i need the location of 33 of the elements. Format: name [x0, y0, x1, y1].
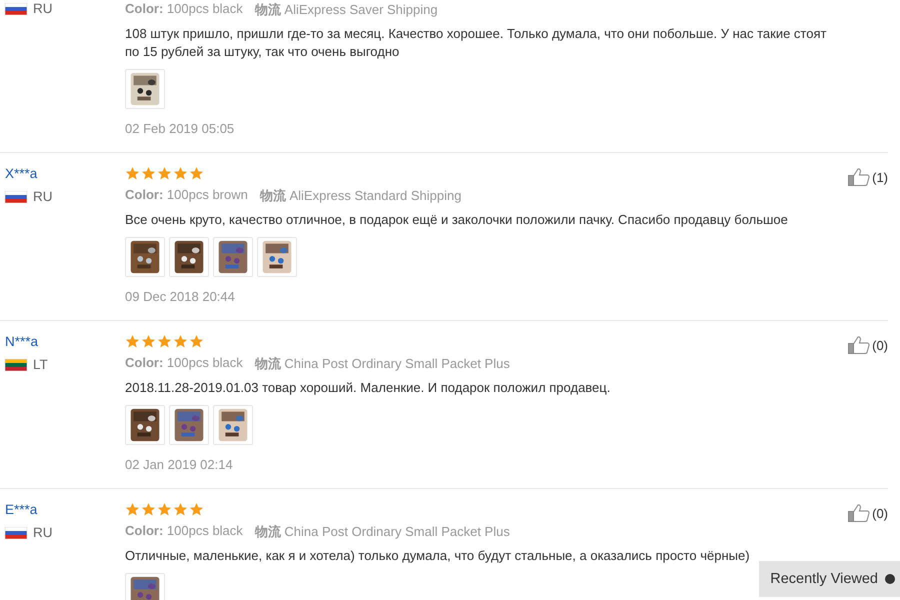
like-button[interactable]: (1): [848, 168, 888, 186]
review-text: Отличные, маленькие, как я и хотела) только думала, что будут стальные, а оказались просто чёрные): [125, 547, 751, 565]
thumbs-up-icon: [848, 168, 870, 186]
country-code: RU: [33, 189, 52, 204]
review-text: 108 штук пришло, пришли где-то за месяц. Качество хорошее. Только думала, что они побольше. У нас такие стоят по 15 рублей за штуку, так что очень выгодно: [125, 25, 828, 61]
country-code: LT: [33, 357, 48, 372]
reviewer-name: N***a: [5, 334, 40, 349]
color-info: Color: 100pcs black: [125, 355, 243, 372]
flag-icon: [5, 190, 27, 202]
thumbs-up-icon: [848, 336, 870, 354]
review-date: 02 Jan 2019 02:14: [125, 457, 234, 472]
review-date: 02 Feb 2019 05:05: [125, 121, 236, 136]
like-button[interactable]: (0): [848, 336, 888, 354]
shipping-info: 物流 AliExpress Standard Shipping: [260, 187, 462, 205]
recently-viewed-button[interactable]: Recently Viewed: [759, 561, 900, 597]
review-text: Все очень круто, качество отличное, в подарок ещё и заколочки положили пачку. Спасибо продавцу большое: [125, 211, 789, 229]
reviewer-name: E***a: [5, 502, 38, 517]
color-info: Color: 100pcs black: [125, 523, 243, 540]
review-date: 09 Dec 2018 20:44: [125, 289, 236, 304]
flag-icon: [5, 2, 27, 14]
shipping-info: 物流 China Post Ordinary Small Packet Plus: [254, 355, 510, 373]
reviewer-name: X***a: [5, 166, 38, 181]
shipping-info: 物流 AliExpress Saver Shipping: [254, 1, 438, 19]
flag-icon: [5, 358, 27, 370]
country-code: RU: [33, 525, 52, 540]
country-code: RU: [33, 1, 52, 16]
color-info: Color: 100pcs brown: [125, 187, 248, 204]
shipping-info: 物流 China Post Ordinary Small Packet Plus: [254, 523, 510, 541]
thumbs-up-icon: [848, 504, 870, 522]
flag-icon: [5, 526, 27, 538]
like-button[interactable]: (0): [848, 504, 888, 522]
color-info: Color: 100pcs black: [125, 1, 243, 18]
review-text: 2018.11.28-2019.01.03 товар хороший. Маленкие. И подарок положил продавец.: [125, 379, 612, 397]
